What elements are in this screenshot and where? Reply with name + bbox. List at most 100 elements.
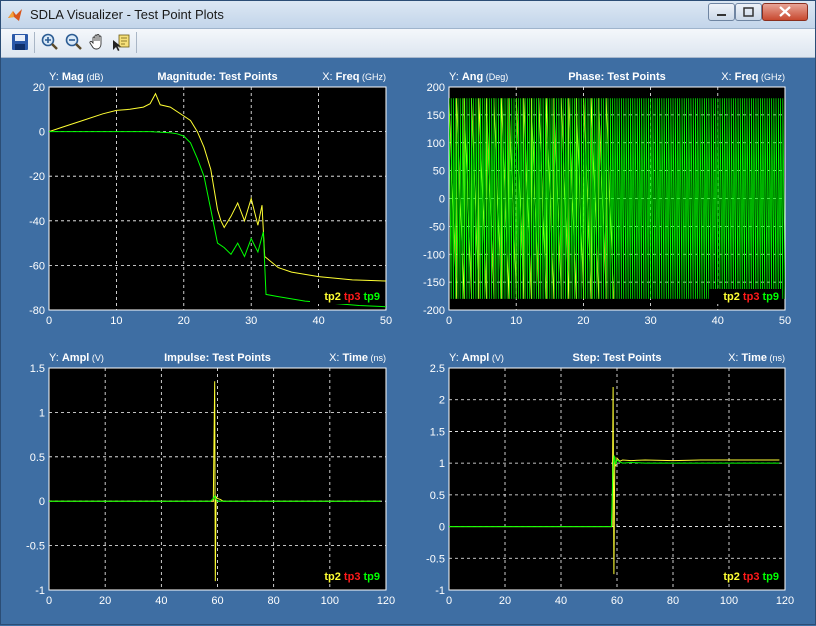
x-name: Time	[742, 352, 767, 364]
y-axis-label: Y: Ang (Deg)	[449, 71, 508, 83]
legend-tp2: tp2	[723, 571, 740, 583]
y-tick-label: 1.5	[430, 426, 445, 438]
y-tick-label: -0.5	[26, 541, 45, 553]
y-tick-label: 1	[439, 458, 445, 470]
legend-tp9: tp9	[759, 571, 779, 583]
x-tick-label: 20	[178, 315, 190, 327]
y-tick-label: -80	[29, 305, 45, 317]
y-tick-label: -1	[35, 585, 45, 597]
x-axis-label: X: Time (ns)	[728, 352, 785, 364]
legend-tp2: tp2	[324, 291, 341, 303]
legend: tp2 tp3 tp9	[723, 571, 779, 583]
y-tick-label: -60	[29, 260, 45, 272]
x-tick-label: 80	[667, 595, 679, 607]
x-tick-label: 80	[268, 595, 280, 607]
y-tick-label: -50	[429, 221, 445, 233]
x-tick-label: 0	[446, 595, 452, 607]
x-tick-label: 40	[555, 595, 567, 607]
x-tick-label: 0	[46, 595, 52, 607]
legend-tp9: tp9	[360, 291, 380, 303]
x-name: Time	[343, 352, 368, 364]
y-name: Ampl	[462, 352, 490, 364]
y-tick-label: 2.5	[430, 363, 445, 375]
x-tick-label: 120	[776, 595, 794, 607]
x-tick-label: 100	[321, 595, 339, 607]
x-tick-label: 60	[211, 595, 223, 607]
y-tick-label: 0	[439, 522, 445, 534]
y-tick-label: 0.5	[430, 490, 445, 502]
x-name: Freq	[336, 71, 360, 83]
y-tick-label: 100	[427, 138, 445, 150]
y-tick-label: 1.5	[30, 363, 45, 375]
x-tick-label: 60	[611, 595, 623, 607]
y-tick-label: 0.5	[30, 452, 45, 464]
x-tick-label: 20	[577, 315, 589, 327]
y-prefix: Y:	[449, 71, 462, 83]
x-tick-label: 10	[110, 315, 122, 327]
y-tick-label: 0	[39, 127, 45, 139]
y-unit: (dB)	[84, 72, 104, 82]
x-prefix: X:	[329, 352, 342, 364]
chart-2: Y: Ampl (V) Impulse: Test Points X: Time (…	[26, 352, 395, 607]
y-axis-label: Y: Ampl (V)	[449, 352, 504, 364]
legend-tp2: tp2	[324, 571, 341, 583]
legend-tp3: tp3	[740, 291, 760, 303]
x-axis-label: X: Freq (GHz)	[322, 71, 386, 83]
y-tick-label: 50	[433, 166, 445, 178]
x-tick-label: 50	[380, 315, 392, 327]
x-tick-label: 40	[712, 315, 724, 327]
y-axis-label: Y: Mag (dB)	[49, 71, 103, 83]
y-tick-label: 200	[427, 82, 445, 94]
y-unit: (V)	[489, 353, 504, 363]
y-unit: (V)	[89, 353, 104, 363]
y-prefix: Y:	[449, 352, 462, 364]
y-tick-label: 2	[439, 395, 445, 407]
legend-tp9: tp9	[759, 291, 779, 303]
y-unit: (Deg)	[483, 72, 508, 82]
x-unit: (GHz)	[360, 72, 387, 82]
y-tick-label: 0	[439, 194, 445, 206]
plot-area	[48, 86, 387, 311]
app-window: SDLA Visualizer - Test Point Plots Y: Ma…	[0, 0, 816, 625]
y-name: Mag	[62, 71, 84, 83]
y-tick-label: -1	[435, 585, 445, 597]
x-tick-label: 120	[377, 595, 395, 607]
chart-title: Magnitude: Test Points	[157, 71, 277, 83]
chart-title: Step: Test Points	[572, 352, 661, 364]
x-unit: (GHz)	[759, 72, 786, 82]
x-prefix: X:	[721, 71, 734, 83]
chart-0: Y: Mag (dB) Magnitude: Test Points X: Freq…	[29, 71, 392, 327]
x-tick-label: 50	[779, 315, 791, 327]
y-tick-label: -40	[29, 216, 45, 228]
x-name: Freq	[735, 71, 759, 83]
chart-3: Y: Ampl (V) Step: Test Points X: Time (ns)…	[426, 352, 794, 607]
x-tick-label: 40	[155, 595, 167, 607]
legend: tp2 tp3 tp9	[324, 291, 380, 303]
legend-tp3: tp3	[341, 571, 361, 583]
x-unit: (ns)	[368, 353, 386, 363]
y-prefix: Y:	[49, 71, 62, 83]
x-prefix: X:	[322, 71, 335, 83]
x-tick-label: 0	[46, 315, 52, 327]
x-tick-label: 20	[499, 595, 511, 607]
y-axis-label: Y: Ampl (V)	[49, 352, 104, 364]
y-tick-label: -100	[423, 249, 445, 261]
legend-tp9: tp9	[360, 571, 380, 583]
x-tick-label: 20	[99, 595, 111, 607]
x-axis-label: X: Freq (GHz)	[721, 71, 785, 83]
legend-tp3: tp3	[341, 291, 361, 303]
x-prefix: X:	[728, 352, 741, 364]
x-unit: (ns)	[767, 353, 785, 363]
y-tick-label: -0.5	[426, 553, 445, 565]
y-tick-label: 150	[427, 110, 445, 122]
legend: tp2 tp3 tp9	[324, 571, 380, 583]
x-tick-label: 100	[720, 595, 738, 607]
y-prefix: Y:	[49, 352, 62, 364]
x-tick-label: 30	[245, 315, 257, 327]
y-tick-label: -200	[423, 305, 445, 317]
legend-tp2: tp2	[723, 291, 740, 303]
x-tick-label: 40	[312, 315, 324, 327]
y-tick-label: -150	[423, 277, 445, 289]
y-tick-label: 1	[39, 407, 45, 419]
y-tick-label: 20	[33, 82, 45, 94]
